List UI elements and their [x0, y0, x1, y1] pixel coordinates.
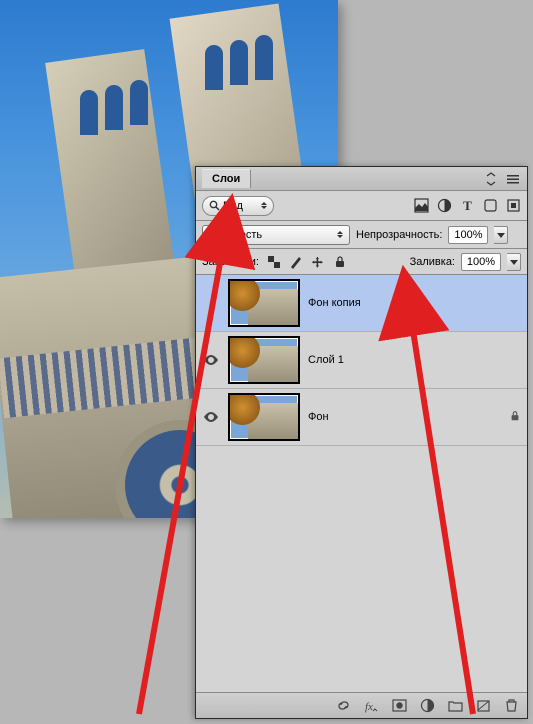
- blend-mode-select[interactable]: Цветность: [202, 225, 350, 245]
- layer-thumbnail[interactable]: [228, 336, 300, 384]
- kind-filter-label: Вид: [223, 200, 243, 212]
- fill-label: Заливка:: [410, 256, 455, 268]
- text-filter-icon[interactable]: T: [460, 198, 475, 213]
- delete-layer-icon[interactable]: [504, 698, 519, 713]
- layers-tab[interactable]: Слои: [202, 169, 251, 188]
- lock-transparency-icon[interactable]: [265, 253, 283, 271]
- layers-list: Фон копия Слой 1 Фон: [196, 275, 527, 692]
- adjustment-layer-icon[interactable]: [420, 698, 435, 713]
- panel-menu-icon[interactable]: [505, 172, 521, 186]
- layer-group-icon[interactable]: [448, 698, 463, 713]
- layer-row[interactable]: Фон: [196, 389, 527, 446]
- panel-footer: fx: [196, 692, 527, 718]
- layer-mask-icon[interactable]: [392, 698, 407, 713]
- lock-pixels-icon[interactable]: [287, 253, 305, 271]
- opacity-input[interactable]: 100%: [448, 226, 488, 244]
- adjustment-filter-icon[interactable]: [437, 198, 452, 213]
- lock-icon: [509, 410, 521, 425]
- svg-text:T: T: [463, 198, 472, 213]
- smartobject-filter-icon[interactable]: [506, 198, 521, 213]
- lock-fill-row: Закр и: Заливка: 100%: [196, 249, 527, 275]
- visibility-toggle[interactable]: [202, 408, 220, 426]
- lock-label: Закр: [202, 256, 226, 268]
- layer-row[interactable]: Слой 1: [196, 332, 527, 389]
- layer-name[interactable]: Слой 1: [308, 354, 344, 366]
- pixel-filter-icon[interactable]: [414, 198, 429, 213]
- lock-all-icon[interactable]: [331, 253, 349, 271]
- svg-text:fx: fx: [365, 701, 373, 713]
- opacity-slider-toggle[interactable]: [494, 226, 508, 244]
- search-icon: [209, 200, 220, 211]
- select-caret-icon: [261, 202, 267, 209]
- layer-row[interactable]: Фон копия: [196, 275, 527, 332]
- lock-label-tail: и:: [250, 256, 259, 268]
- kind-filter-select[interactable]: Вид: [202, 196, 274, 216]
- shape-filter-icon[interactable]: [483, 198, 498, 213]
- layer-name[interactable]: Фон копия: [308, 297, 361, 309]
- new-layer-icon[interactable]: [476, 698, 491, 713]
- layers-panel: Слои Вид T Цветность Непрозрачность: 100…: [195, 166, 528, 719]
- layer-thumbnail[interactable]: [228, 393, 300, 441]
- blend-mode-value: Цветность: [209, 229, 262, 241]
- select-caret-icon: [337, 231, 343, 238]
- fill-input[interactable]: 100%: [461, 253, 501, 271]
- layer-thumbnail[interactable]: [228, 279, 300, 327]
- visibility-toggle[interactable]: [202, 351, 220, 369]
- blend-opacity-row: Цветность Непрозрачность: 100%: [196, 221, 527, 249]
- opacity-label: Непрозрачность:: [356, 229, 442, 241]
- layer-style-icon[interactable]: fx: [364, 698, 379, 713]
- link-layers-icon[interactable]: [336, 698, 351, 713]
- layer-name[interactable]: Фон: [308, 411, 329, 423]
- collapse-icon[interactable]: [485, 172, 501, 186]
- fill-slider-toggle[interactable]: [507, 253, 521, 271]
- lock-position-icon[interactable]: [309, 253, 327, 271]
- panel-header: Слои: [196, 167, 527, 191]
- filter-bar: Вид T: [196, 191, 527, 221]
- visibility-toggle[interactable]: [202, 294, 220, 312]
